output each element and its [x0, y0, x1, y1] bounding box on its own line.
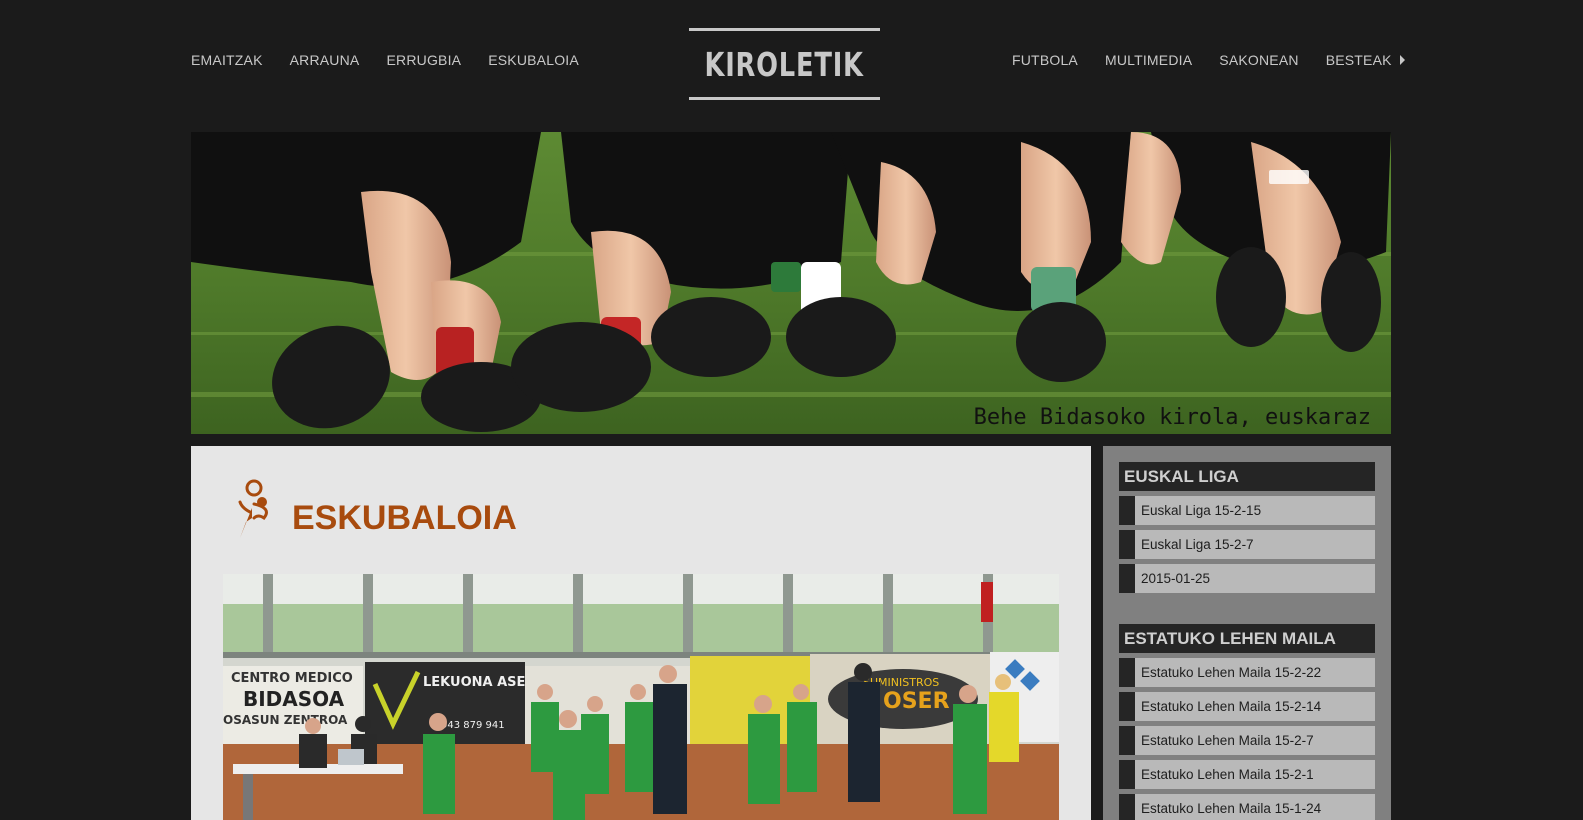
primary-nav-left: EMAITZAK ARRAUNA ERRUGBIA ESKUBALOIA: [191, 52, 606, 68]
bullet-bar: [1119, 760, 1135, 789]
widget-title: ESTATUKO LEHEN MAILA: [1119, 624, 1375, 653]
widget-link-label: Estatuko Lehen Maila 15-2-1: [1141, 767, 1314, 782]
main-content: ESKUBALOIA CENTRO MEDICO BIDASOA OSASUN …: [191, 446, 1091, 820]
nav-errugbia[interactable]: ERRUGBIA: [386, 52, 461, 68]
nav-emaitzak[interactable]: EMAITZAK: [191, 52, 263, 68]
sign-centro-medico: CENTRO MEDICO: [231, 671, 353, 686]
widget-link[interactable]: Euskal Liga 15-2-15: [1119, 496, 1375, 525]
nav-sakonean[interactable]: SAKONEAN: [1219, 52, 1298, 68]
bullet-bar: [1119, 692, 1135, 721]
widget-link[interactable]: 2015-01-25: [1119, 564, 1375, 593]
site-logo-text: KIROLETIK: [704, 44, 865, 84]
banner-image: Behe Bidasoko kirola, euskaraz: [191, 132, 1391, 434]
widget-link[interactable]: Estatuko Lehen Maila 15-1-24: [1119, 794, 1375, 820]
handball-player-icon: [232, 478, 278, 545]
widget-link-label: 2015-01-25: [1141, 571, 1211, 586]
widget-link-label: Euskal Liga 15-2-7: [1141, 537, 1254, 552]
widget-euskal-liga: EUSKAL LIGA Euskal Liga 15-2-15 Euskal L…: [1119, 462, 1375, 593]
sidebar: EUSKAL LIGA Euskal Liga 15-2-15 Euskal L…: [1103, 446, 1391, 820]
featured-article-image[interactable]: CENTRO MEDICO BIDASOA OSASUN ZENTROA LEK…: [223, 574, 1059, 820]
bullet-bar: [1119, 794, 1135, 820]
widget-link[interactable]: Estatuko Lehen Maila 15-2-14: [1119, 692, 1375, 721]
nav-multimedia[interactable]: MULTIMEDIA: [1105, 52, 1192, 68]
widget-link-label: Estatuko Lehen Maila 15-2-22: [1141, 665, 1322, 680]
banner-tagline: Behe Bidasoko kirola, euskaraz: [974, 405, 1371, 430]
bullet-bar: [1119, 658, 1135, 687]
nav-besteak[interactable]: BESTEAK: [1326, 52, 1405, 68]
widget-title: EUSKAL LIGA: [1119, 462, 1375, 491]
bullet-bar: [1119, 496, 1135, 525]
header-banner: Behe Bidasoko kirola, euskaraz: [191, 132, 1391, 434]
widget-link[interactable]: Estatuko Lehen Maila 15-2-22: [1119, 658, 1375, 687]
widget-link-label: Estatuko Lehen Maila 15-2-14: [1141, 699, 1322, 714]
section-header: ESKUBALOIA: [232, 478, 517, 545]
bullet-bar: [1119, 530, 1135, 559]
widget-link-label: Estatuko Lehen Maila 15-2-7: [1141, 733, 1314, 748]
nav-besteak-label: BESTEAK: [1325, 52, 1392, 68]
bullet-bar: [1119, 564, 1135, 593]
bullet-bar: [1119, 726, 1135, 755]
site-logo[interactable]: KIROLETIK: [689, 28, 880, 100]
sign-osasun-zentroa: OSASUN ZENTROA: [223, 713, 348, 727]
widget-link[interactable]: Estatuko Lehen Maila 15-2-1: [1119, 760, 1375, 789]
widget-link[interactable]: Euskal Liga 15-2-7: [1119, 530, 1375, 559]
sign-oser: OSER: [883, 689, 950, 714]
widget-link-label: Euskal Liga 15-2-15: [1141, 503, 1262, 518]
widget-link-label: Estatuko Lehen Maila 15-1-24: [1141, 801, 1322, 816]
nav-futbola[interactable]: FUTBOLA: [1012, 52, 1078, 68]
section-title: ESKUBALOIA: [292, 499, 517, 537]
caret-right-icon: [1399, 55, 1405, 65]
nav-arrauna[interactable]: ARRAUNA: [290, 52, 360, 68]
nav-eskubaloia[interactable]: ESKUBALOIA: [488, 52, 579, 68]
sign-bidasoa: BIDASOA: [243, 687, 345, 711]
widget-estatuko-lehen-maila: ESTATUKO LEHEN MAILA Estatuko Lehen Mail…: [1119, 624, 1375, 820]
primary-nav-right: FUTBOLA MULTIMEDIA SAKONEAN BESTEAK: [1012, 52, 1405, 68]
sign-phone: 943 879 941: [441, 720, 505, 731]
widget-link[interactable]: Estatuko Lehen Maila 15-2-7: [1119, 726, 1375, 755]
